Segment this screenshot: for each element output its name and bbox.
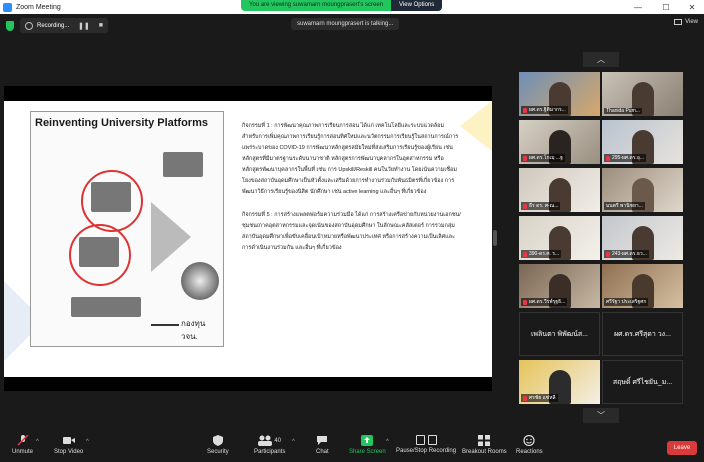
stop-recording-button[interactable]: ■ [99, 22, 103, 29]
participant-video-tile[interactable]: 243-ผศ.ดร.ธว... [602, 216, 683, 260]
muted-microphone-icon [16, 435, 29, 446]
gallery-scroll-down-button[interactable]: ﹀ [583, 408, 619, 423]
breakout-rooms-icon [478, 435, 491, 446]
participant-name: ศรชัย แซ่หลี [521, 394, 558, 402]
participant-name: 295-ผศ.ดร.อุ... [604, 154, 646, 162]
participant-name: มนตรี พานิชยา... [604, 202, 645, 210]
shield-icon [212, 435, 223, 446]
muted-mic-icon [523, 155, 527, 161]
view-label: View [685, 19, 698, 25]
security-button[interactable]: Security [207, 435, 229, 455]
chat-button[interactable]: Chat [316, 435, 329, 455]
window-title: Zoom Meeting [16, 3, 61, 11]
participant-video-tile[interactable]: ศรชัย แซ่หลี [519, 360, 600, 404]
slide-figure-caption: กองทุน วจน. [181, 319, 206, 341]
participants-count: 40 [274, 437, 282, 444]
shared-screen[interactable]: Reinventing University Platforms กองทุน … [4, 86, 492, 391]
zoom-logo-icon [3, 2, 12, 12]
participant-video-tile[interactable]: 295-ผศ.ดร.อุ... [602, 120, 683, 164]
unmute-button[interactable]: Unmute [12, 435, 33, 455]
slide-figure-panel: Reinventing University Platforms กองทุน … [30, 111, 224, 347]
video-options-caret[interactable]: ^ [86, 439, 89, 445]
muted-mic-icon [523, 299, 527, 305]
pause-icon [415, 435, 425, 445]
stop-icon [427, 435, 437, 445]
meeting-controls-toolbar: Unmute ^ Stop Video ^ Security 40 Partic… [0, 432, 704, 462]
people-icon [258, 435, 273, 446]
participants-icon-group: 40 [258, 435, 281, 446]
chat-bubble-icon [317, 436, 328, 445]
slide-figure-title: Reinventing University Platforms [35, 117, 208, 129]
slide-text-body: กิจกรรมที่ 1 : การพัฒนาคุณภาพการเรียนการ… [242, 121, 462, 266]
reactions-button[interactable]: Reactions [516, 435, 543, 455]
participant-name-tile[interactable]: สฤษดิ์ ศรีไชยัน_ม... [602, 360, 683, 404]
participants-button[interactable]: 40 Participants [254, 435, 285, 455]
participant-name: ธีร ดร. ศ-ณ... [521, 202, 561, 210]
pause-stop-recording-button[interactable]: Pause/Stop Recording [396, 435, 456, 454]
participant-gallery: ︿ ผศ.ดร.ฐิติมากร... Thanida Pum... ผศ.ดร… [517, 52, 685, 423]
participant-name: Thanida Pum... [604, 108, 642, 114]
share-screen-button[interactable]: Share Screen [349, 435, 386, 455]
leave-button[interactable]: Leave [667, 441, 697, 455]
participant-video-tile[interactable]: ธีร ดร. ศ-ณ... [519, 168, 600, 212]
participant-name: ผศ.ดร.วีรพ์รุฐธิ... [521, 298, 568, 306]
figure-illustration [163, 152, 203, 177]
participant-video-tile[interactable]: ผศ.ดร.โกเมฺ ...ฐ [519, 120, 600, 164]
participant-video-tile[interactable]: 390-ดร.ศ. ร... [519, 216, 600, 260]
participant-name-tile[interactable]: เพลินตา พิพัฒน์ส... [519, 312, 600, 356]
muted-mic-icon [523, 251, 527, 257]
participant-name: ศรีรัฐา ประเสริฐศก [604, 298, 649, 306]
view-button[interactable]: View [674, 19, 698, 25]
recording-controls-icons [415, 435, 437, 445]
split-resize-handle[interactable] [493, 230, 497, 246]
slide-decoration-right [460, 101, 492, 151]
smiley-icon [523, 435, 535, 446]
muted-mic-icon [606, 155, 610, 161]
recording-icon [25, 21, 33, 30]
participant-name: ผศ.ดร.โกเมฺ ...ฐ [521, 154, 565, 162]
figure-arrow-shape [151, 202, 191, 272]
participant-video-tile[interactable]: มนตรี พานิชยา... [602, 168, 683, 212]
grid-view-icon [674, 19, 683, 25]
muted-mic-icon [523, 203, 527, 209]
close-button[interactable]: ✕ [680, 0, 704, 14]
globe-icon [181, 262, 219, 300]
maximize-button[interactable]: ☐ [654, 0, 678, 14]
participant-name: ผศ.ดร.ฐิติมากร... [521, 106, 568, 114]
figure-illustration [91, 182, 131, 212]
presentation-slide: Reinventing University Platforms กองทุน … [4, 101, 492, 377]
recording-indicator: Recording... ❚❚ ■ [20, 18, 108, 33]
muted-mic-icon [523, 395, 527, 401]
recording-label: Recording... [37, 22, 70, 29]
muted-mic-icon [606, 251, 610, 257]
figure-arrow-line [151, 324, 179, 326]
participant-video-tile[interactable]: ผศ.ดร.วีรพ์รุฐธิ... [519, 264, 600, 308]
stop-video-button[interactable]: Stop Video [54, 435, 83, 455]
muted-mic-icon [523, 107, 527, 113]
gallery-scroll-up-button[interactable]: ︿ [583, 52, 619, 67]
participant-video-tile[interactable]: Thanida Pum... [602, 72, 683, 116]
video-camera-icon [62, 437, 75, 444]
participant-video-tile[interactable]: ผศ.ดร.ฐิติมากร... [519, 72, 600, 116]
participant-name: 243-ผศ.ดร.ธว... [604, 250, 649, 258]
minimize-button[interactable]: — [626, 0, 650, 14]
screen-share-banner: You are viewing suwamarn moungprasert's … [241, 0, 443, 11]
pause-recording-button[interactable]: ❚❚ [78, 22, 90, 30]
participant-name: 390-ดร.ศ. ร... [521, 250, 562, 258]
viewing-screen-message: You are viewing suwamarn moungprasert's … [241, 0, 391, 11]
audio-options-caret[interactable]: ^ [36, 439, 39, 445]
slide-activity-5: กิจกรรมที่ 5 : การสร้างแพลตฟอร์มความร่วม… [242, 212, 461, 251]
slide-activity-1: กิจกรรมที่ 1 : การพัฒนาคุณภาพการเรียนการ… [242, 123, 459, 195]
participant-video-tile[interactable]: ศรีรัฐา ประเสริฐศก [602, 264, 683, 308]
participants-options-caret[interactable]: ^ [292, 439, 295, 445]
figure-illustration [71, 297, 141, 317]
figure-illustration [79, 237, 119, 267]
active-speaker-indicator: suwamarn moungprasert is talking... [291, 18, 400, 30]
share-screen-icon [361, 435, 374, 446]
security-shield-icon [6, 21, 14, 31]
breakout-rooms-button[interactable]: Breakout Rooms [462, 435, 507, 455]
share-options-caret[interactable]: ^ [386, 439, 389, 445]
participant-name-tile[interactable]: ผศ.ดร.ศรีสุดา วง... [602, 312, 683, 356]
view-options-button[interactable]: View Options [391, 0, 443, 11]
